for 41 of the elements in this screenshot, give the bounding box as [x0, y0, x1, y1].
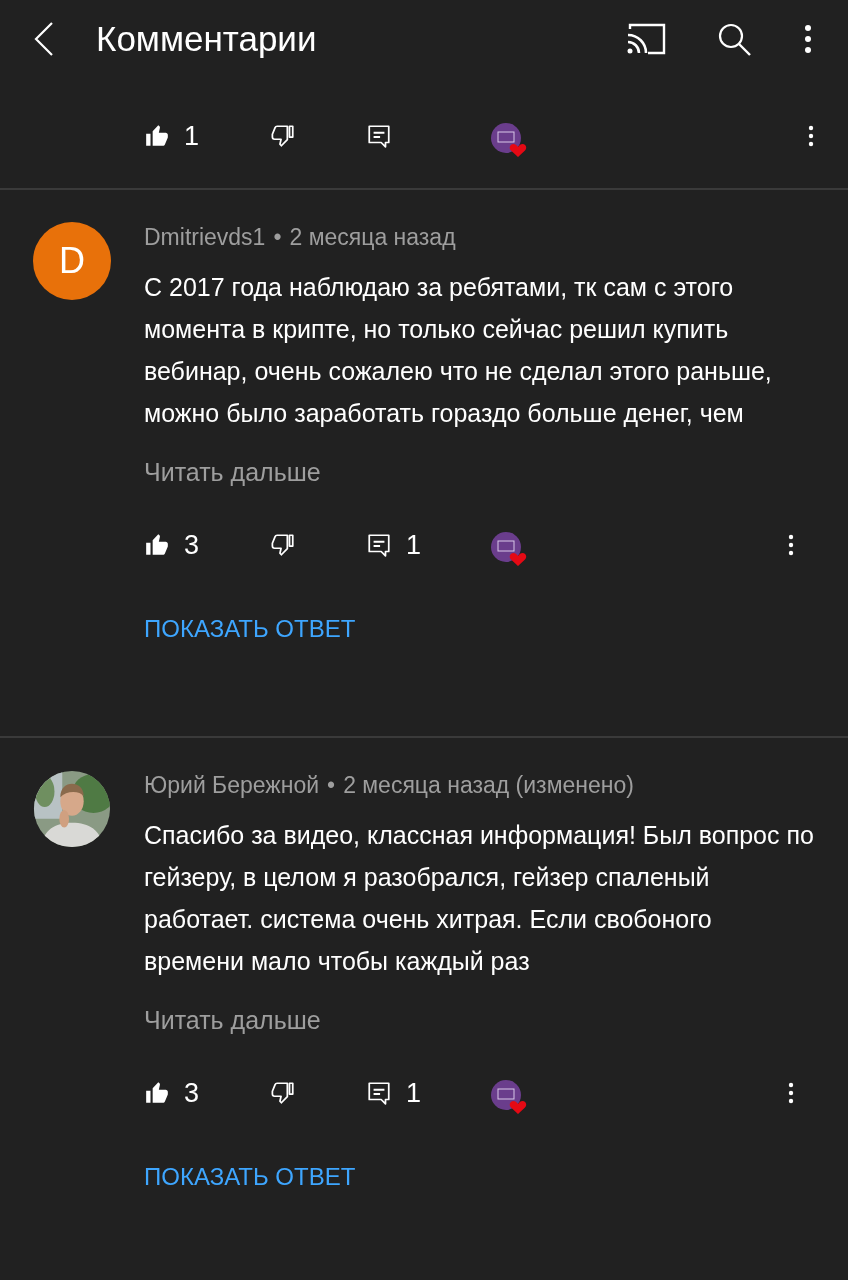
thumbs-up-icon — [144, 532, 170, 558]
read-more-link[interactable]: Читать дальше — [144, 458, 321, 487]
comment-text: Спасибо за видео, классная информация! Был вопрос по гейзеру, в целом я разобрался, гейзер спаленый работает. система очень хитрая. Если свобоного времени мало чтобы каждый раз — [144, 820, 814, 977]
comment-time: 2 месяца назад — [289, 223, 456, 252]
cast-button[interactable] — [626, 23, 666, 55]
comment-author[interactable]: Dmitrievds1 — [144, 222, 266, 252]
more-icon — [788, 1080, 794, 1106]
separator: • — [327, 771, 336, 800]
show-replies-button[interactable]: ПОКАЗАТЬ ОТВЕТ — [144, 1163, 356, 1191]
more-icon — [804, 24, 812, 54]
show-replies-button[interactable]: ПОКАЗАТЬ ОТВЕТ — [144, 615, 356, 643]
thumbs-down-icon — [270, 532, 296, 558]
back-button[interactable] — [34, 21, 54, 57]
more-options-button[interactable] — [788, 1080, 794, 1106]
cast-icon — [626, 23, 666, 55]
like-button[interactable]: 1 — [144, 120, 270, 152]
back-icon — [34, 21, 54, 57]
comment-icon — [366, 123, 392, 149]
reply-button[interactable]: 1 — [366, 1077, 490, 1109]
menu-button[interactable] — [804, 24, 812, 54]
comment-icon — [366, 1080, 392, 1106]
thumbs-up-icon — [144, 123, 170, 149]
like-button[interactable]: 3 — [144, 529, 270, 561]
page-title: Комментарии — [96, 19, 318, 59]
comment-author[interactable]: Юрий Бережной — [144, 770, 320, 800]
read-more-link[interactable]: Читать дальше — [144, 1006, 321, 1035]
more-icon — [808, 123, 814, 149]
like-button[interactable]: 3 — [144, 1077, 270, 1109]
more-options-button[interactable] — [808, 123, 814, 149]
separator: • — [273, 223, 282, 252]
comment-text: С 2017 года наблюдаю за ребятами, тк сам с этого момента в крипте, но только сейчас решил купить вебинар, очень сожалею что не сделал этого раньше, можно было заработать гораздо больше денег, чем — [144, 272, 773, 429]
thumbs-up-icon — [144, 1080, 170, 1106]
thumbs-down-icon — [270, 1080, 296, 1106]
comment-time: 2 месяца назад (изменено) — [343, 771, 634, 800]
search-icon — [716, 21, 752, 57]
more-icon — [788, 532, 794, 558]
search-button[interactable] — [716, 21, 752, 57]
comment-icon — [366, 532, 392, 558]
thumbs-down-icon — [270, 123, 296, 149]
reply-button[interactable]: 1 — [366, 529, 490, 561]
more-options-button[interactable] — [788, 532, 794, 558]
